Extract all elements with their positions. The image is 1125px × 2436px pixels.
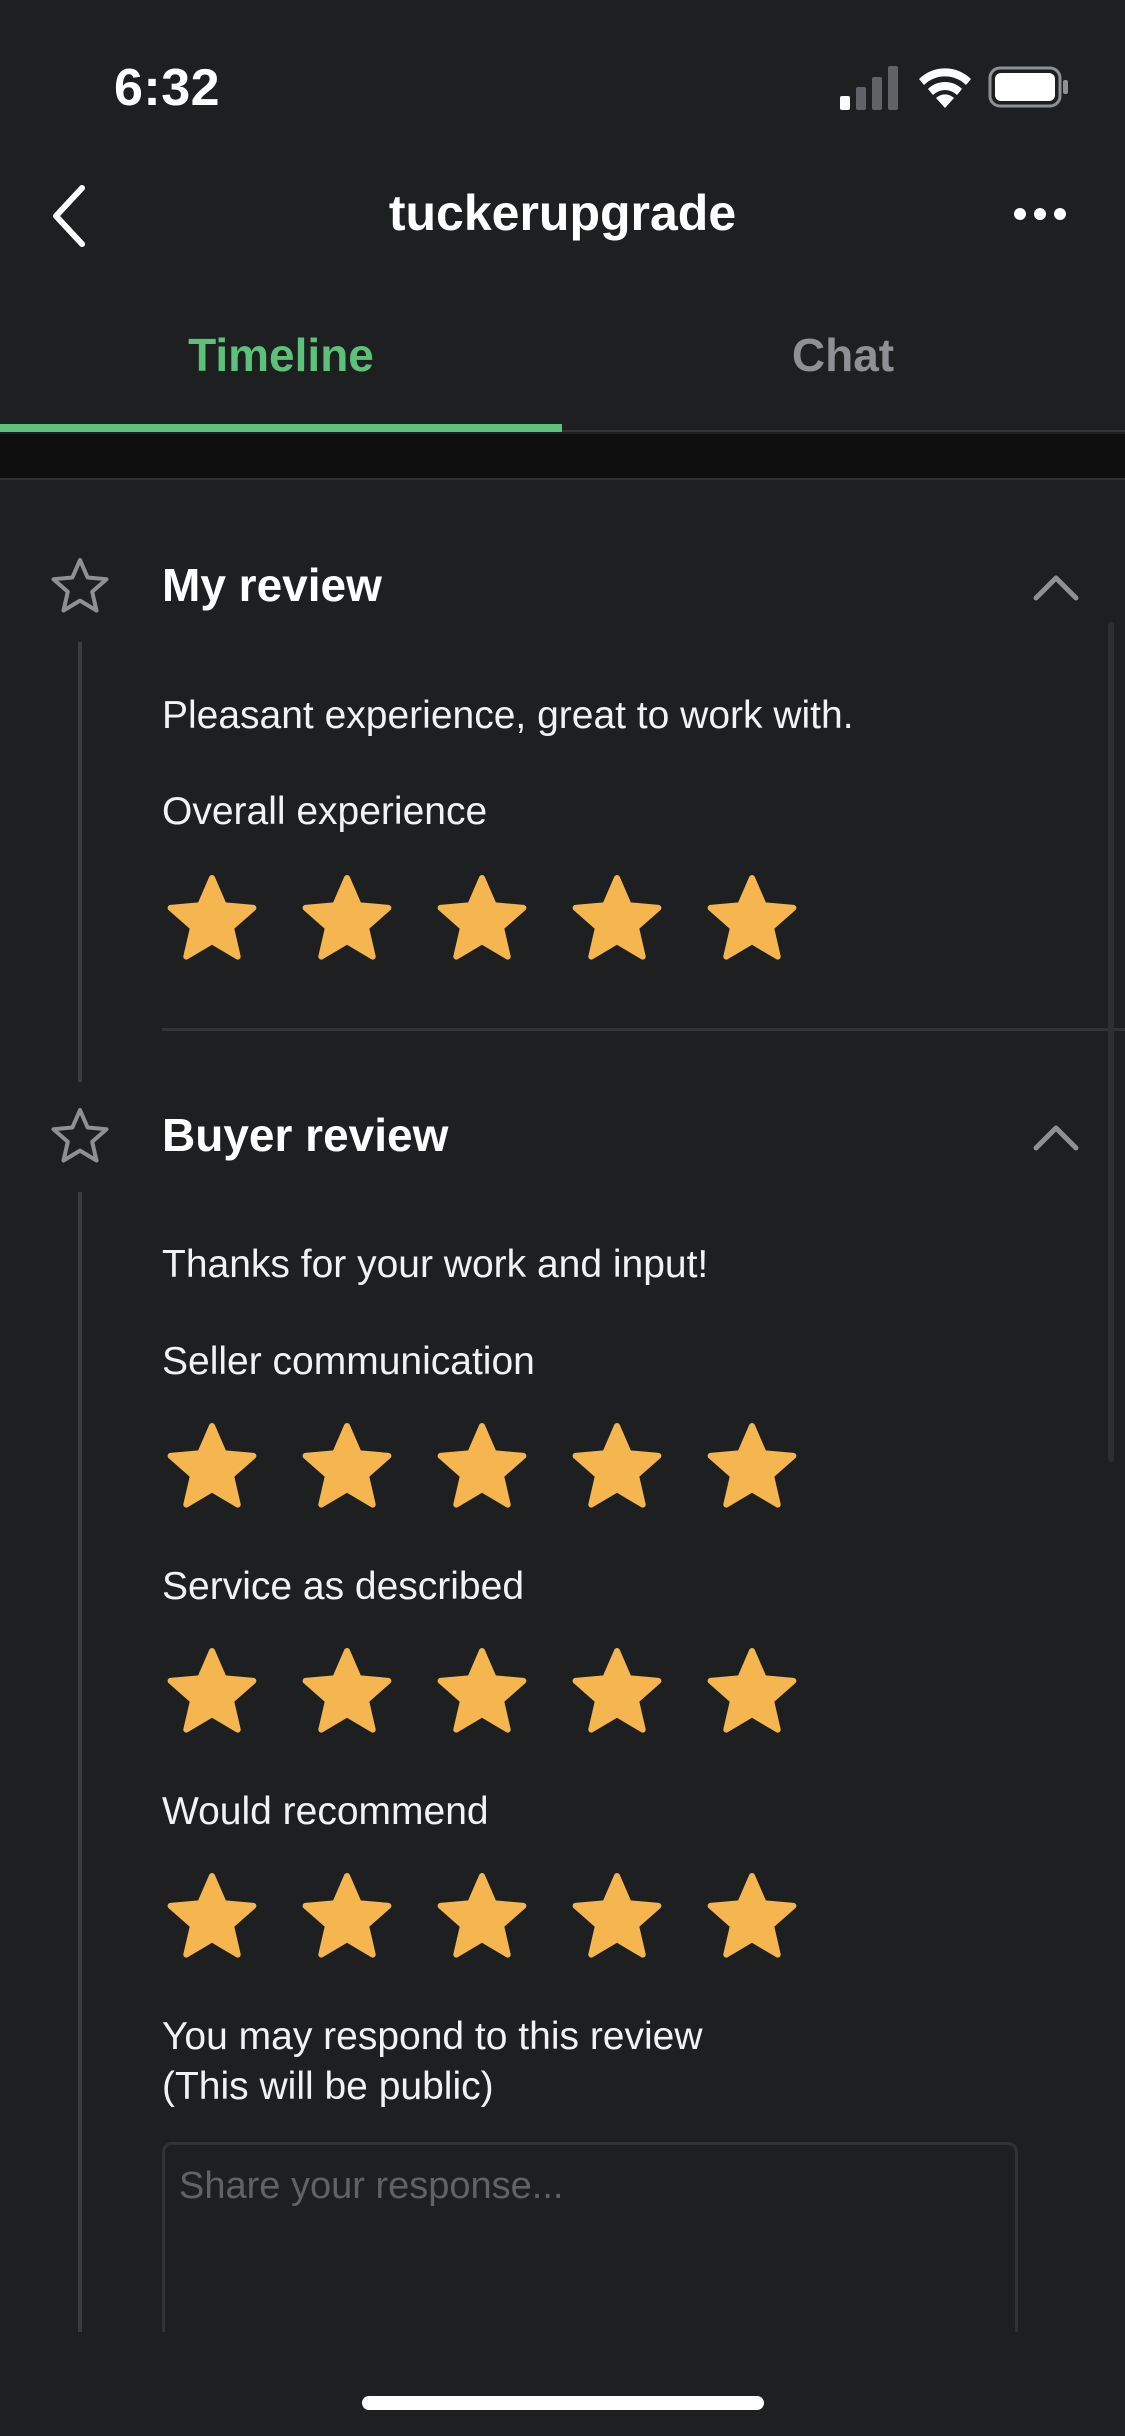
- star-filled-icon: [302, 1423, 392, 1508]
- home-indicator: [362, 2396, 764, 2410]
- my-review-comment: Pleasant experience, great to work with.: [162, 694, 854, 737]
- bottom-safe-area: [0, 2332, 1125, 2436]
- star-filled-icon: [437, 875, 527, 960]
- star-filled-icon: [167, 875, 257, 960]
- star-filled-icon: [707, 1423, 797, 1508]
- star-filled-icon: [302, 1873, 392, 1958]
- star-filled-icon: [437, 1648, 527, 1733]
- star-filled-icon: [572, 1423, 662, 1508]
- rating-label: Overall experience: [162, 790, 488, 833]
- tab-bar: Timeline Chat: [0, 280, 1125, 432]
- cellular-signal-icon: [840, 66, 898, 110]
- active-tab-indicator: [0, 424, 562, 432]
- screen: 6:32 tuckerupgrade Timeline Chat My revi…: [0, 0, 1125, 2436]
- timeline-line: [78, 642, 82, 1082]
- page-title: tuckerupgrade: [388, 185, 737, 241]
- rating-stars: [162, 1868, 837, 1968]
- wifi-icon: [919, 68, 971, 108]
- star-filled-icon: [167, 1648, 257, 1733]
- rating-stars: [162, 1643, 837, 1743]
- star-filled-icon: [572, 875, 662, 960]
- respond-prompt-line: You may respond to this review: [162, 2015, 703, 2058]
- chevron-up-icon[interactable]: [1032, 572, 1080, 604]
- tab-timeline[interactable]: Timeline: [0, 280, 562, 430]
- battery-icon: [988, 66, 1068, 108]
- divider: [162, 1028, 1125, 1031]
- star-filled-icon: [572, 1873, 662, 1958]
- rating-stars: [162, 1418, 837, 1518]
- star-outline-icon: [51, 558, 109, 613]
- star-filled-icon: [167, 1873, 257, 1958]
- status-time: 6:32: [114, 59, 221, 117]
- tab-chat[interactable]: Chat: [562, 280, 1124, 430]
- ellipsis-icon[interactable]: [1010, 194, 1070, 234]
- rating-label: Service as described: [162, 1565, 525, 1608]
- star-filled-icon: [707, 875, 797, 960]
- buyer-review-comment: Thanks for your work and input!: [162, 1243, 709, 1286]
- star-filled-icon: [707, 1648, 797, 1733]
- rating-stars: [162, 870, 837, 970]
- rating-label: Seller communication: [162, 1340, 535, 1383]
- star-filled-icon: [302, 1648, 392, 1733]
- star-filled-icon: [707, 1873, 797, 1958]
- buyer-review-title: Buyer review: [162, 1109, 449, 1161]
- star-filled-icon: [302, 875, 392, 960]
- respond-prompt: You may respond to this review (This wil…: [162, 2012, 1062, 2112]
- star-filled-icon: [437, 1423, 527, 1508]
- status-bar: 6:32: [0, 0, 1125, 150]
- rating-label: Would recommend: [162, 1790, 489, 1833]
- star-outline-icon: [51, 1108, 109, 1163]
- star-filled-icon: [572, 1648, 662, 1733]
- section-separator: [0, 434, 1125, 480]
- star-filled-icon: [167, 1423, 257, 1508]
- star-filled-icon: [437, 1873, 527, 1958]
- timeline-line: [78, 1192, 82, 2332]
- scrollbar[interactable]: [1108, 622, 1114, 1462]
- chevron-up-icon[interactable]: [1032, 1122, 1080, 1154]
- my-review-title: My review: [162, 559, 382, 611]
- respond-prompt-line: (This will be public): [162, 2065, 494, 2108]
- navigation-header: tuckerupgrade: [0, 150, 1125, 280]
